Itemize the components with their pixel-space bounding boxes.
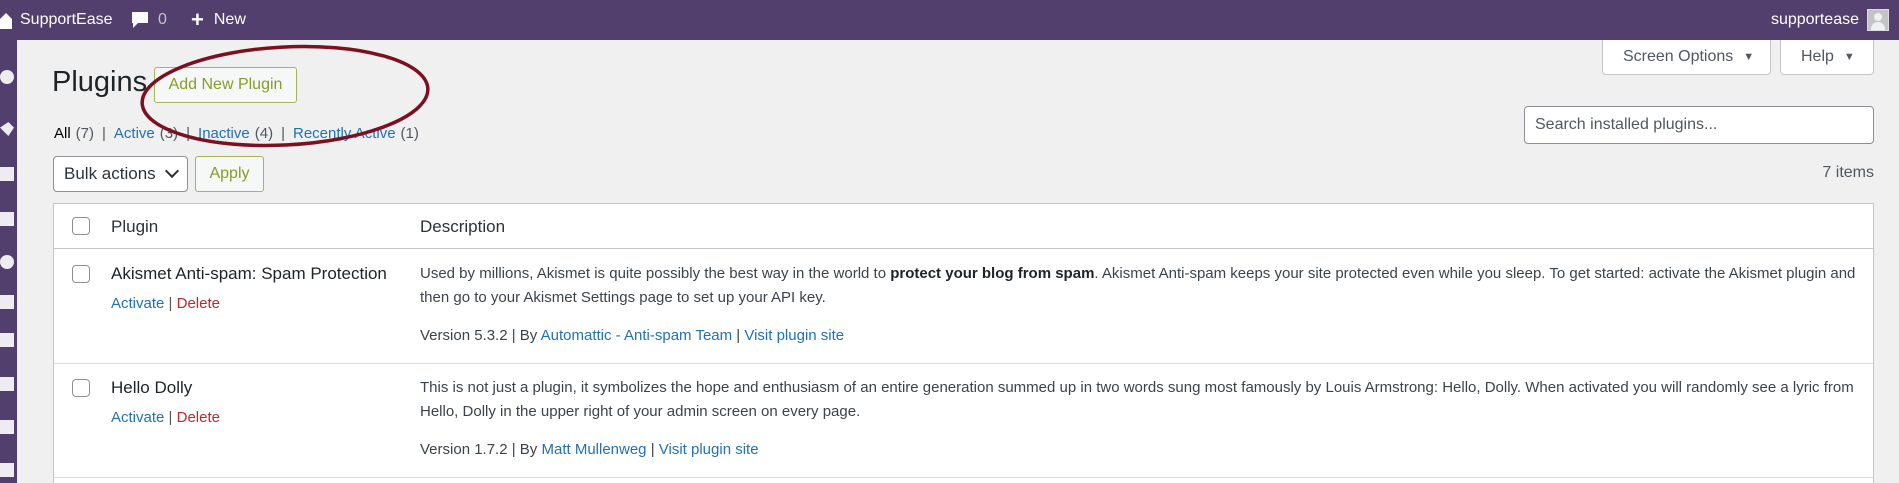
dashboard-icon[interactable] bbox=[0, 70, 14, 84]
plugin-filters: All (7) | Active (3) | Inactive (4) | Recen… bbox=[54, 125, 419, 142]
comment-icon bbox=[132, 12, 148, 28]
caret-down-icon: ▼ bbox=[1743, 51, 1755, 63]
delete-link[interactable]: Delete bbox=[177, 295, 220, 312]
filter-recently-active[interactable]: Recently Active (1) bbox=[293, 125, 419, 142]
comments-menu-icon[interactable] bbox=[0, 255, 14, 269]
column-header-plugin[interactable]: Plugin bbox=[111, 217, 158, 237]
column-header-description: Description bbox=[420, 217, 506, 236]
plugin-description: Used by millions, Akismet is quite possi… bbox=[420, 265, 1856, 306]
plugins-icon[interactable] bbox=[0, 333, 14, 347]
home-icon bbox=[0, 13, 12, 29]
new-label: New bbox=[213, 11, 246, 28]
admin-side-menu bbox=[0, 40, 17, 483]
plugins-table: Plugin Description Akismet Anti-spam: Sp… bbox=[53, 203, 1874, 483]
bulk-actions-select[interactable]: Bulk actions bbox=[53, 156, 188, 192]
author-link[interactable]: Matt Mullenweg bbox=[541, 441, 646, 458]
posts-icon[interactable] bbox=[0, 122, 14, 136]
separator: | bbox=[186, 125, 191, 142]
table-header: Plugin Description bbox=[54, 204, 1873, 249]
plugin-meta: Version 5.3.2 | By Automattic - Anti-spa… bbox=[420, 327, 845, 344]
chevron-down-icon bbox=[164, 163, 180, 179]
plugin-meta: Version 1.7.2 | By Matt Mullenweg | Visi… bbox=[420, 441, 759, 458]
admin-bar: SupportEase 0 + New supportease bbox=[0, 0, 1899, 40]
table-row: Akismet Anti-spam: Spam Protection Activ… bbox=[54, 250, 1873, 364]
separator: | bbox=[168, 409, 173, 426]
bulk-actions-value: Bulk actions bbox=[64, 164, 156, 183]
account-name: supportease bbox=[1770, 11, 1859, 28]
pages-icon[interactable] bbox=[0, 212, 14, 226]
row-checkbox[interactable] bbox=[72, 379, 90, 397]
table-row: Hello Dolly Activate | Delete This is no… bbox=[54, 364, 1873, 478]
plugin-name: Hello Dolly bbox=[111, 378, 193, 397]
separator: | bbox=[281, 125, 285, 142]
comments-link[interactable]: 0 bbox=[130, 0, 167, 40]
screen-options-button[interactable]: Screen Options ▼ bbox=[1602, 40, 1771, 75]
new-content-menu[interactable]: + New bbox=[191, 0, 246, 40]
separator: | bbox=[168, 295, 173, 312]
settings-icon[interactable] bbox=[0, 463, 14, 477]
select-all-checkbox[interactable] bbox=[72, 217, 90, 235]
page-title: Plugins bbox=[52, 66, 148, 98]
add-new-plugin-button[interactable]: Add New Plugin bbox=[154, 67, 297, 103]
media-icon[interactable] bbox=[0, 167, 14, 181]
visit-plugin-site-link[interactable]: Visit plugin site bbox=[659, 441, 759, 458]
author-link[interactable]: Automattic - Anti-spam Team bbox=[541, 327, 732, 344]
appearance-icon[interactable] bbox=[0, 295, 14, 309]
plugin-description: This is not just a plugin, it symbolizes… bbox=[420, 379, 1854, 420]
visit-plugin-site-link[interactable]: Visit plugin site bbox=[744, 327, 844, 344]
activate-link[interactable]: Activate bbox=[111, 295, 164, 312]
filter-active[interactable]: Active (3) bbox=[114, 125, 178, 142]
separator: | bbox=[102, 125, 106, 142]
plugin-name: Akismet Anti-spam: Spam Protection bbox=[111, 264, 387, 283]
help-label: Help bbox=[1801, 48, 1834, 65]
delete-link[interactable]: Delete bbox=[177, 409, 220, 426]
row-checkbox[interactable] bbox=[72, 265, 90, 283]
account-menu[interactable]: supportease bbox=[1771, 0, 1889, 40]
comments-count: 0 bbox=[158, 11, 167, 28]
caret-down-icon: ▼ bbox=[1843, 51, 1855, 63]
avatar bbox=[1867, 9, 1889, 31]
screen-options-label: Screen Options bbox=[1623, 48, 1734, 65]
search-plugins-input[interactable] bbox=[1524, 106, 1874, 144]
filter-all[interactable]: All (7) bbox=[54, 125, 94, 142]
row-actions: Activate | Delete bbox=[111, 409, 220, 426]
site-name: SupportEase bbox=[20, 11, 113, 28]
users-icon[interactable] bbox=[0, 377, 14, 391]
plus-icon: + bbox=[191, 7, 204, 32]
items-count: 7 items bbox=[1822, 164, 1874, 181]
activate-link[interactable]: Activate bbox=[111, 409, 164, 426]
help-button[interactable]: Help ▼ bbox=[1780, 40, 1874, 75]
apply-button[interactable]: Apply bbox=[195, 156, 264, 192]
site-name-link[interactable]: SupportEase bbox=[0, 0, 113, 40]
row-actions: Activate | Delete bbox=[111, 295, 220, 312]
filter-inactive[interactable]: Inactive (4) bbox=[198, 125, 273, 142]
tools-icon[interactable] bbox=[0, 420, 14, 434]
